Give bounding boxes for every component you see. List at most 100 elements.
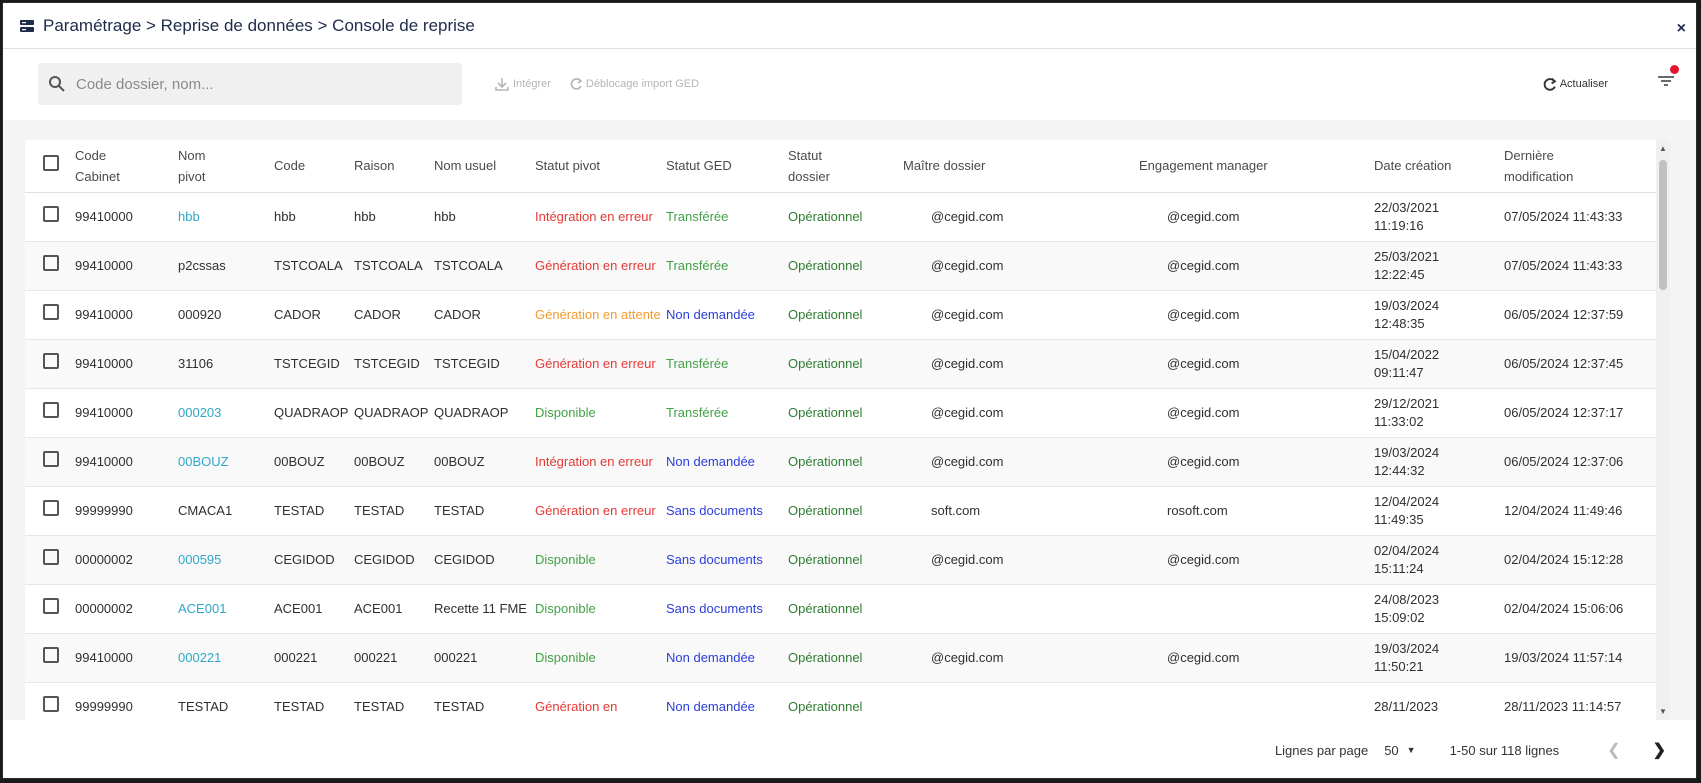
cell-statut-ged: Non demandée (666, 682, 788, 720)
row-checkbox[interactable] (43, 451, 59, 467)
col-header-statut-ged[interactable]: Statut GED (666, 140, 788, 193)
previous-page-icon[interactable]: ❮ (1607, 740, 1620, 760)
cell-maitre-dossier: @cegid.com (903, 633, 1139, 683)
table-row[interactable]: 99410000 31106 TSTCEGID TSTCEGID TSTCEGID Gén… (25, 339, 1670, 389)
cell-nom-pivot: p2cssas (178, 241, 274, 291)
cell-derniere-modification: 07/05/2024 11:43:33 (1504, 192, 1670, 242)
data-table: Code Cabinet Nom pivot Code Raison Nom usu… (25, 140, 1670, 720)
row-checkbox[interactable] (43, 500, 59, 516)
integrer-label: Intégrer (513, 78, 551, 90)
cell-nom-pivot[interactable]: 00BOUZ (178, 437, 274, 487)
grid-area: Code Cabinet Nom pivot Code Raison Nom usu… (3, 120, 1696, 720)
cell-nom-pivot[interactable]: 000595 (178, 535, 274, 585)
cell-derniere-modification: 02/04/2024 15:12:28 (1504, 535, 1670, 585)
cell-nom-pivot[interactable]: ACE001 (178, 584, 274, 634)
table-row[interactable]: 00000002 ACE001 ACE001 ACE001 Recette 11 FME… (25, 584, 1670, 634)
cell-engagement-manager: @cegid.com (1139, 339, 1374, 389)
col-header-nom-usuel[interactable]: Nom usuel (434, 140, 535, 193)
refresh-icon (1543, 77, 1557, 91)
table-row[interactable]: 99410000 000221 000221 000221 000221 Disponib… (25, 633, 1670, 683)
cell-raison: 00BOUZ (354, 437, 434, 487)
cell-statut-dossier: Opérationnel (788, 437, 903, 487)
cell-nom-pivot[interactable]: 000203 (178, 388, 274, 438)
search-input[interactable] (76, 75, 436, 93)
row-checkbox[interactable] (43, 696, 59, 712)
col-header-code[interactable]: Code (274, 140, 354, 193)
table-row[interactable]: 99999990 CMACA1 TESTAD TESTAD TESTAD Générati… (25, 486, 1670, 536)
database-icon (19, 18, 35, 34)
table-row[interactable]: 99410000 000203 QUADRAOP QUADRAOP QUADRAOP Di… (25, 388, 1670, 438)
deblocage-label: Déblocage import GED (585, 78, 700, 90)
cell-code: CEGIDOD (274, 535, 354, 585)
cell-nom-usuel: hbb (434, 192, 535, 242)
cell-statut-dossier: Opérationnel (788, 633, 903, 683)
table-row[interactable]: 99999990 TESTAD TESTAD TESTAD TESTAD Générati… (25, 682, 1670, 720)
cell-engagement-manager (1139, 584, 1374, 634)
row-checkbox[interactable] (43, 304, 59, 320)
table-row[interactable]: 99410000 00BOUZ 00BOUZ 00BOUZ 00BOUZ Intégrat… (25, 437, 1670, 487)
cell-statut-ged: Transférée (666, 388, 788, 438)
cell-statut-ged: Non demandée (666, 437, 788, 487)
cell-raison: CEGIDOD (354, 535, 434, 585)
cell-statut-ged: Sans documents (666, 486, 788, 536)
cell-statut-dossier: Opérationnel (788, 486, 903, 536)
table-row[interactable]: 99410000 p2cssas TSTCOALA TSTCOALA TSTCOALA G… (25, 241, 1670, 291)
scroll-up-icon[interactable]: ▲ (1659, 144, 1667, 153)
cell-nom-usuel: CEGIDOD (434, 535, 535, 585)
cell-derniere-modification: 28/11/2023 11:14:57 (1504, 682, 1670, 720)
cell-maitre-dossier: @cegid.com (903, 339, 1139, 389)
scroll-down-icon[interactable]: ▼ (1659, 707, 1667, 716)
row-checkbox[interactable] (43, 598, 59, 614)
col-header-raison[interactable]: Raison (354, 140, 434, 193)
breadcrumb: Paramétrage > Reprise de données > Conso… (43, 15, 475, 35)
deblocage-button[interactable]: Déblocage import GED (569, 77, 699, 91)
cell-derniere-modification: 19/03/2024 11:57:14 (1504, 633, 1670, 683)
actualiser-button[interactable]: Actualiser (1542, 77, 1608, 92)
table-row[interactable]: 00000002 000595 CEGIDOD CEGIDOD CEGIDOD Dispo… (25, 535, 1670, 585)
col-header-statut-dossier[interactable]: Statut dossier (788, 140, 903, 193)
col-header-engagement-manager[interactable]: Engagement manager (1139, 140, 1374, 193)
cell-derniere-modification: 02/04/2024 15:06:06 (1504, 584, 1670, 634)
cell-date-creation: 25/03/2021 12:22:45 (1374, 241, 1504, 291)
close-icon[interactable]: × (1677, 20, 1686, 38)
scrollbar-thumb[interactable] (1659, 160, 1667, 290)
cell-code-cabinet: 99999990 (75, 486, 178, 536)
row-checkbox[interactable] (43, 353, 59, 369)
cell-derniere-modification: 12/04/2024 11:49:46 (1504, 486, 1670, 536)
col-header-nom-pivot[interactable]: Nom pivot (178, 140, 274, 193)
next-page-icon[interactable]: ❯ (1653, 740, 1666, 760)
cell-nom-pivot[interactable]: 000221 (178, 633, 274, 683)
cell-maitre-dossier (903, 584, 1139, 634)
integrer-button[interactable]: Intégrer (494, 76, 551, 92)
cell-code-cabinet: 00000002 (75, 535, 178, 585)
col-header-date-creation[interactable]: Date création (1374, 140, 1504, 193)
row-checkbox[interactable] (43, 549, 59, 565)
vertical-scrollbar[interactable]: ▲ ▼ (1656, 140, 1670, 720)
cell-derniere-modification: 07/05/2024 11:43:33 (1504, 241, 1670, 291)
rows-per-page-select[interactable]: 50 ▼ (1384, 743, 1415, 758)
row-checkbox[interactable] (43, 647, 59, 663)
cell-engagement-manager: @cegid.com (1139, 388, 1374, 438)
cell-nom-pivot: 31106 (178, 339, 274, 389)
select-all-checkbox[interactable] (43, 154, 59, 171)
cell-engagement-manager: @cegid.com (1139, 633, 1374, 683)
cell-nom-pivot[interactable]: hbb (178, 192, 274, 242)
col-header-statut-pivot[interactable]: Statut pivot (535, 140, 666, 193)
pagination-range: 1-50 sur 118 lignes (1449, 742, 1560, 758)
search-box[interactable] (38, 63, 462, 105)
cell-statut-dossier: Opérationnel (788, 682, 903, 720)
cell-code: TSTCEGID (274, 339, 354, 389)
col-header-derniere-modification[interactable]: Dernière modification (1504, 140, 1670, 193)
cell-maitre-dossier: @cegid.com (903, 290, 1139, 340)
table-row[interactable]: 99410000 000920 CADOR CADOR CADOR Génération … (25, 290, 1670, 340)
cell-statut-ged: Transférée (666, 192, 788, 242)
row-checkbox[interactable] (43, 402, 59, 418)
col-header-code-cabinet[interactable]: Code Cabinet (75, 140, 178, 193)
filter-button[interactable] (1656, 65, 1679, 91)
table-row[interactable]: 99410000 hbb hbb hbb hbb Intégration en erreu… (25, 192, 1670, 242)
refresh-icon (570, 77, 583, 90)
row-checkbox[interactable] (43, 255, 59, 271)
cell-statut-ged: Transférée (666, 241, 788, 291)
row-checkbox[interactable] (43, 206, 59, 222)
col-header-maitre-dossier[interactable]: Maître dossier (903, 140, 1139, 193)
